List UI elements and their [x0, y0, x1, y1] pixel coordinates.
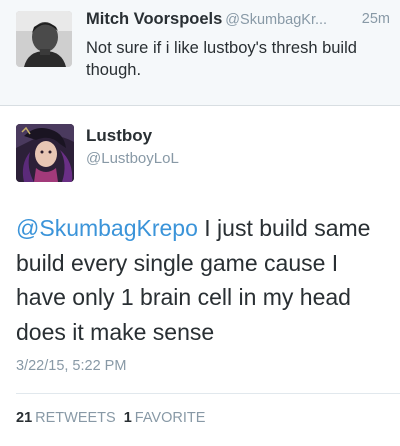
reply-avatar[interactable]	[16, 11, 72, 67]
author-avatar[interactable]	[16, 124, 74, 182]
divider	[16, 393, 400, 394]
mention-link[interactable]: @SkumbagKrepo	[16, 215, 198, 241]
character-portrait-icon	[16, 124, 74, 182]
reply-header: Mitch Voorspoels @SkumbagKr... 25m	[86, 10, 390, 32]
author-name[interactable]: Lustboy	[86, 126, 152, 146]
reply-context-tweet[interactable]: Mitch Voorspoels @SkumbagKr... 25m Not su…	[0, 0, 400, 106]
reply-author-name[interactable]: Mitch Voorspoels	[86, 10, 222, 28]
person-photo-icon	[16, 11, 72, 67]
reply-time: 25m	[361, 11, 390, 27]
reply-author-handle[interactable]: @SkumbagKr...	[225, 12, 327, 28]
favorites-stat[interactable]: 1 FAVORITE	[124, 410, 206, 426]
tweet-stats: 21 RETWEETS 1 FAVORITE	[16, 410, 205, 426]
favorites-count: 1	[123, 410, 132, 426]
tweet-text: @SkumbagKrepo I just build same build ev…	[16, 211, 392, 349]
retweets-stat[interactable]: 21 RETWEETS	[16, 410, 116, 426]
favorites-label: FAVORITE	[134, 410, 206, 426]
tweet-timestamp: 3/22/15, 5:22 PM	[16, 358, 127, 374]
reply-tweet-text: Not sure if i like lustboy's thresh buil…	[86, 39, 357, 79]
author-handle[interactable]: @LustboyLoL	[86, 150, 179, 167]
retweets-label: RETWEETS	[35, 410, 116, 426]
retweets-count: 21	[16, 410, 33, 426]
